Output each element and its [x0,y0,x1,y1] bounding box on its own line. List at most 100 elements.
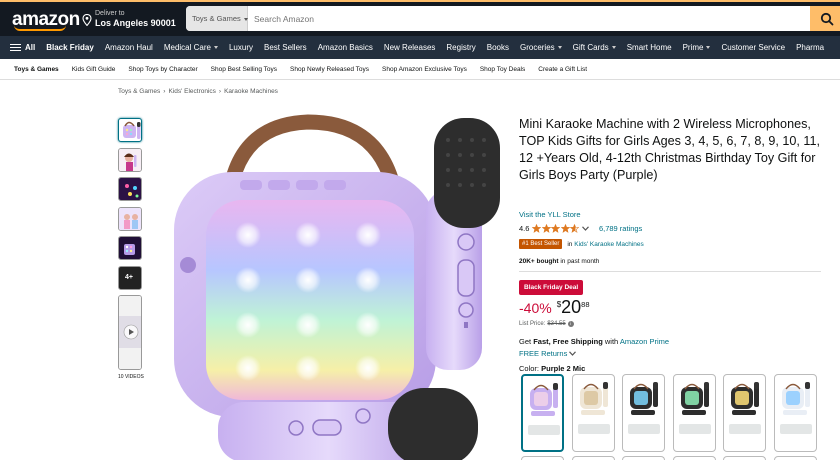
amazon-prime-link[interactable]: Amazon Prime [620,337,669,346]
subnav-item-shop-best-selling-toys[interactable]: Shop Best Selling Toys [211,66,277,73]
shipping-info: Get Fast, Free Shipping with Amazon Prim… [519,337,669,346]
bought-count: 20K+ bought [519,258,559,265]
thumbnail-2[interactable] [118,147,142,172]
nav-item-prime[interactable]: Prime [683,43,711,52]
rating-row: 4.6 6,789 ratings [519,222,642,234]
star-icon [551,223,561,233]
swatch-price-placeholder [779,424,812,434]
swatch-product-image [579,382,608,415]
bought-period: in past month [560,258,600,265]
color-swatch[interactable] [622,456,665,460]
nav-item-new-releases[interactable]: New Releases [384,43,436,52]
nav-all-label: All [25,43,36,52]
breadcrumb-link[interactable]: Karaoke Machines [224,88,278,95]
color-value: Purple 2 Mic [541,364,586,373]
nav-item-smart-home[interactable]: Smart Home [627,43,672,52]
price-fraction: 88 [581,300,590,309]
nav-item-groceries[interactable]: Groceries [520,43,562,52]
breadcrumb-link[interactable]: Kids' Electronics [168,88,215,95]
color-swatch[interactable] [571,374,615,452]
breadcrumb-link[interactable]: Toys & Games [118,88,160,95]
search-button[interactable] [810,6,840,31]
thumbnail-1[interactable] [118,118,142,142]
subnav-item-shop-newly-released-toys[interactable]: Shop Newly Released Toys [290,66,369,73]
nav-item-label: Best Sellers [264,43,307,52]
nav-item-registry[interactable]: Registry [446,43,475,52]
product-thumbnail-image [119,178,141,200]
subnav-item-toys-games[interactable]: Toys & Games [14,66,59,73]
nav-item-label: Smart Home [626,43,672,52]
swatch-price-placeholder [528,425,560,435]
nav-item-amazon-haul[interactable]: Amazon Haul [105,43,153,52]
color-swatch[interactable] [672,374,716,452]
subnav-item-kids-gift-guide[interactable]: Kids Gift Guide [72,66,116,73]
nav-all-menu[interactable]: All [10,43,35,52]
search-category-label: Toys & Games [192,14,241,23]
free-returns-label: FREE Returns [519,349,568,358]
color-swatch[interactable] [773,374,817,452]
thumbnail-4[interactable] [118,206,142,231]
shipping-get: Get [519,337,532,346]
deliver-label: Deliver to [95,10,125,17]
thumbnail-strip: 4+ 10 VIDEOS [118,118,144,380]
chevron-down-icon [213,46,218,49]
swatch-product-image [680,382,709,415]
search-category-select[interactable]: Toys & Games [186,6,248,31]
search-input[interactable] [248,6,808,31]
color-swatch[interactable] [773,456,817,460]
product-thumbnail-image [119,237,141,259]
star-icon [532,223,542,233]
color-swatch[interactable] [672,456,716,460]
thumbnail-more[interactable]: 4+ [118,265,142,290]
nav-item-best-sellers[interactable]: Best Sellers [264,43,307,52]
nav-item-label: Black Friday [46,43,94,52]
location-pin-icon [82,14,92,26]
nav-item-gift-cards[interactable]: Gift Cards [573,43,616,52]
thumbnail-5[interactable] [118,236,142,260]
best-seller-category-link[interactable]: Kids' Karaoke Machines [574,241,644,248]
nav-item-pharma[interactable]: Pharma [796,43,824,52]
chevron-down-icon [557,46,562,49]
subnav-item-shop-toys-by-character[interactable]: Shop Toys by Character [128,66,197,73]
subnav-item-create-a-gift-list[interactable]: Create a Gift List [538,66,587,73]
product-thumbnail-image [119,148,141,171]
main-product-image[interactable] [158,110,508,460]
rating-value: 4.6 [519,223,530,233]
info-icon[interactable]: i [567,321,574,327]
free-returns-link[interactable]: FREE Returns [519,349,577,358]
chevron-down-icon[interactable] [581,225,589,231]
star-icon [560,223,570,233]
video-thumbnail[interactable] [118,295,142,370]
videos-count-label: 10 VIDEOS [118,373,144,380]
nav-item-books[interactable]: Books [487,43,509,52]
product-thumbnail-image [119,207,141,230]
nav-item-black-friday[interactable]: Black Friday [46,43,94,52]
nav-item-customer-service[interactable]: Customer Service [721,43,785,52]
chevron-down-icon [569,351,577,356]
color-swatch[interactable] [622,374,665,452]
thumbnail-3[interactable] [118,177,142,201]
best-seller-badge[interactable]: #1 Best Seller [519,239,563,249]
video-preview-image [119,296,141,369]
header-accent-strip [0,0,840,2]
color-swatch[interactable] [571,456,615,460]
shipping-fast-free: Fast, Free Shipping [533,337,603,346]
star-rating[interactable] [532,223,580,233]
subnav-item-shop-toy-deals[interactable]: Shop Toy Deals [480,66,525,73]
subnav-item-shop-amazon-exclusive-toys[interactable]: Shop Amazon Exclusive Toys [382,66,467,73]
color-swatch[interactable] [521,456,564,460]
breadcrumb-separator: › [218,88,222,95]
store-link[interactable]: Visit the YLL Store [519,210,581,219]
ratings-count-link[interactable]: 6,789 ratings [599,224,642,233]
star-icon [570,223,580,233]
nav-item-label: Prime [682,43,704,52]
nav-item-medical-care[interactable]: Medical Care [164,43,218,52]
thumbnail-more-label: 4+ [125,273,133,281]
deal-badge: Black Friday Deal [519,280,584,295]
color-swatch[interactable] [521,374,564,452]
nav-item-luxury[interactable]: Luxury [229,43,253,52]
list-price-value: $34.55 [547,321,566,327]
nav-item-amazon-basics[interactable]: Amazon Basics [318,43,373,52]
color-swatch[interactable] [723,374,766,452]
color-swatch[interactable] [723,456,766,460]
